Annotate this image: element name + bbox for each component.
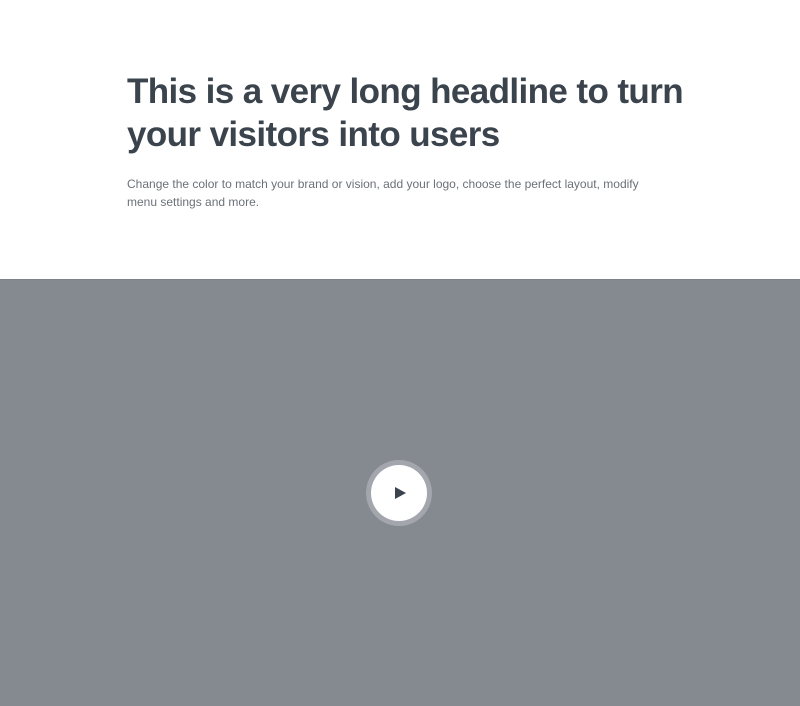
- play-button[interactable]: [371, 465, 427, 521]
- play-icon: [395, 487, 406, 499]
- hero-headline: This is a very long headline to turn you…: [127, 72, 684, 154]
- video-placeholder[interactable]: [0, 279, 800, 706]
- hero-subtext: Change the color to match your brand or …: [127, 177, 639, 209]
- play-button-ring: [366, 460, 432, 526]
- hero-content: This is a very long headline to turn you…: [127, 70, 687, 211]
- hero-section: This is a very long headline to turn you…: [0, 0, 800, 279]
